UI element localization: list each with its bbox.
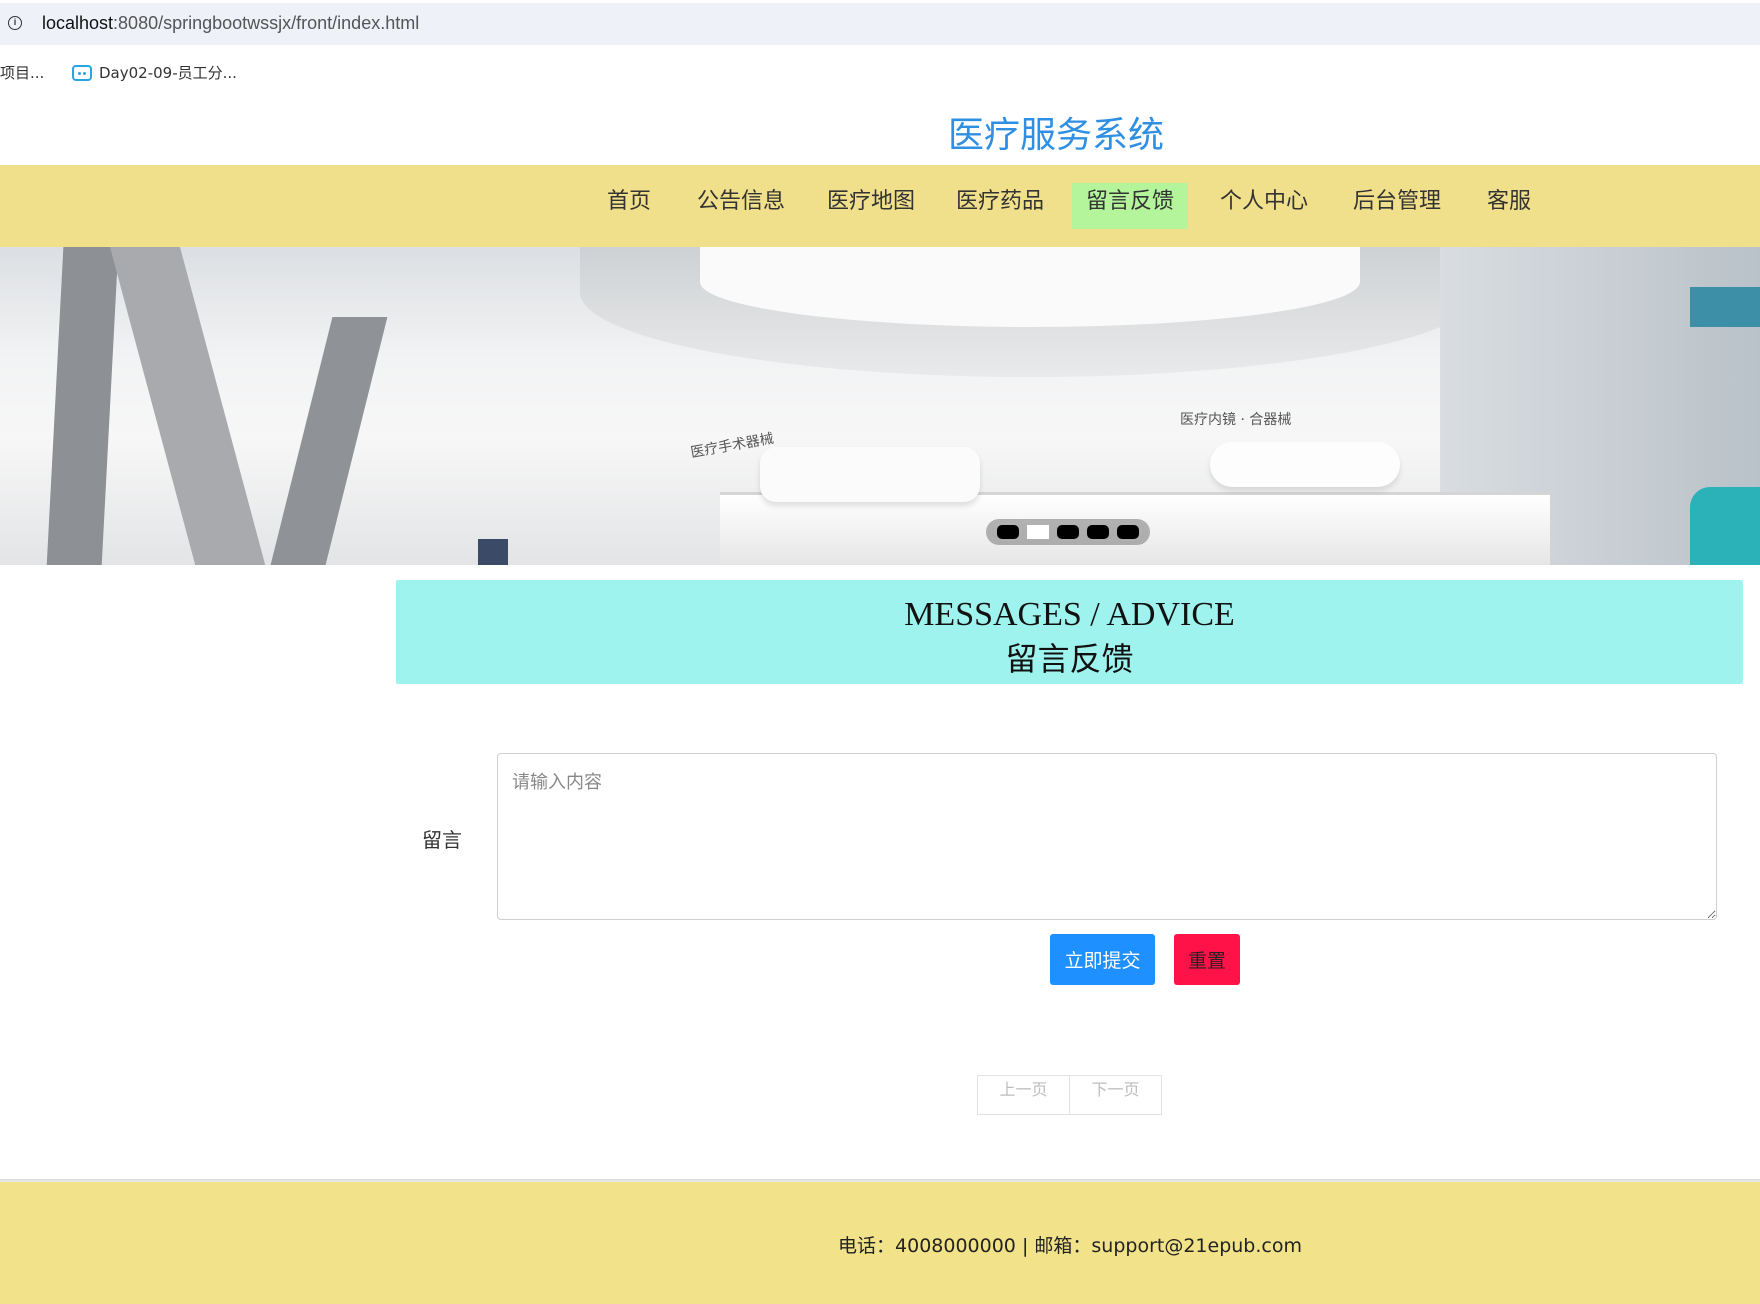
pagination: 上一页 下一页 (977, 1075, 1162, 1115)
carousel-indicators (986, 519, 1150, 545)
bookmark-project[interactable]: 项目... (0, 62, 44, 83)
footer-contact: 电话：4008000000 | 邮箱：support@21epub.com (838, 1235, 1302, 1257)
nav-medicines[interactable]: 医疗药品 (942, 183, 1058, 229)
carousel-dot[interactable] (1117, 525, 1139, 539)
submit-button[interactable]: 立即提交 (1050, 934, 1155, 985)
site-title: 医疗服务系统 (947, 115, 1164, 156)
nav-customer-service[interactable]: 客服 (1473, 183, 1545, 229)
section-title-en: MESSAGES / ADVICE (904, 596, 1235, 633)
carousel-dot[interactable] (997, 525, 1019, 539)
info-icon[interactable]: i (8, 16, 22, 30)
bilibili-icon (72, 64, 92, 81)
section-title-cn: 留言反馈 (1005, 640, 1134, 678)
url-text[interactable]: localhost:8080/springbootwssjx/front/ind… (42, 13, 419, 34)
carousel-dot[interactable] (1057, 525, 1079, 539)
message-textarea[interactable] (497, 753, 1717, 920)
nav-feedback[interactable]: 留言反馈 (1072, 183, 1189, 229)
bookmark-day02-label: Day02-09-员工分... (99, 64, 237, 82)
nav-announcements[interactable]: 公告信息 (683, 183, 799, 229)
bookmarks-bar: 项目... Day02-09-员工分... (0, 58, 1760, 88)
nav-home[interactable]: 首页 (593, 183, 665, 229)
message-label: 留言 (422, 828, 462, 852)
next-page-button[interactable]: 下一页 (1069, 1076, 1161, 1114)
carousel-dot[interactable] (1087, 525, 1109, 539)
nav-medical-map[interactable]: 医疗地图 (813, 183, 929, 229)
main-nav: 首页 公告信息 医疗地图 医疗药品 留言反馈 个人中心 后台管理 客服 (0, 165, 1760, 247)
banner-carousel: 医疗手术器械 医疗内镜 · 合器械 (0, 247, 1760, 565)
nav-admin[interactable]: 后台管理 (1339, 183, 1455, 229)
carousel-dot-active[interactable] (1027, 525, 1049, 539)
address-bar[interactable]: i localhost:8080/springbootwssjx/front/i… (0, 3, 1760, 45)
reset-button[interactable]: 重置 (1174, 934, 1240, 985)
bookmark-day02[interactable]: Day02-09-员工分... (72, 62, 237, 83)
nav-personal-center[interactable]: 个人中心 (1206, 183, 1322, 229)
banner-wall-text-right: 医疗内镜 · 合器械 (1180, 412, 1292, 428)
prev-page-button[interactable]: 上一页 (978, 1076, 1069, 1114)
footer: 电话：4008000000 | 邮箱：support@21epub.com (0, 1182, 1760, 1304)
section-header: MESSAGES / ADVICE 留言反馈 (396, 580, 1743, 684)
